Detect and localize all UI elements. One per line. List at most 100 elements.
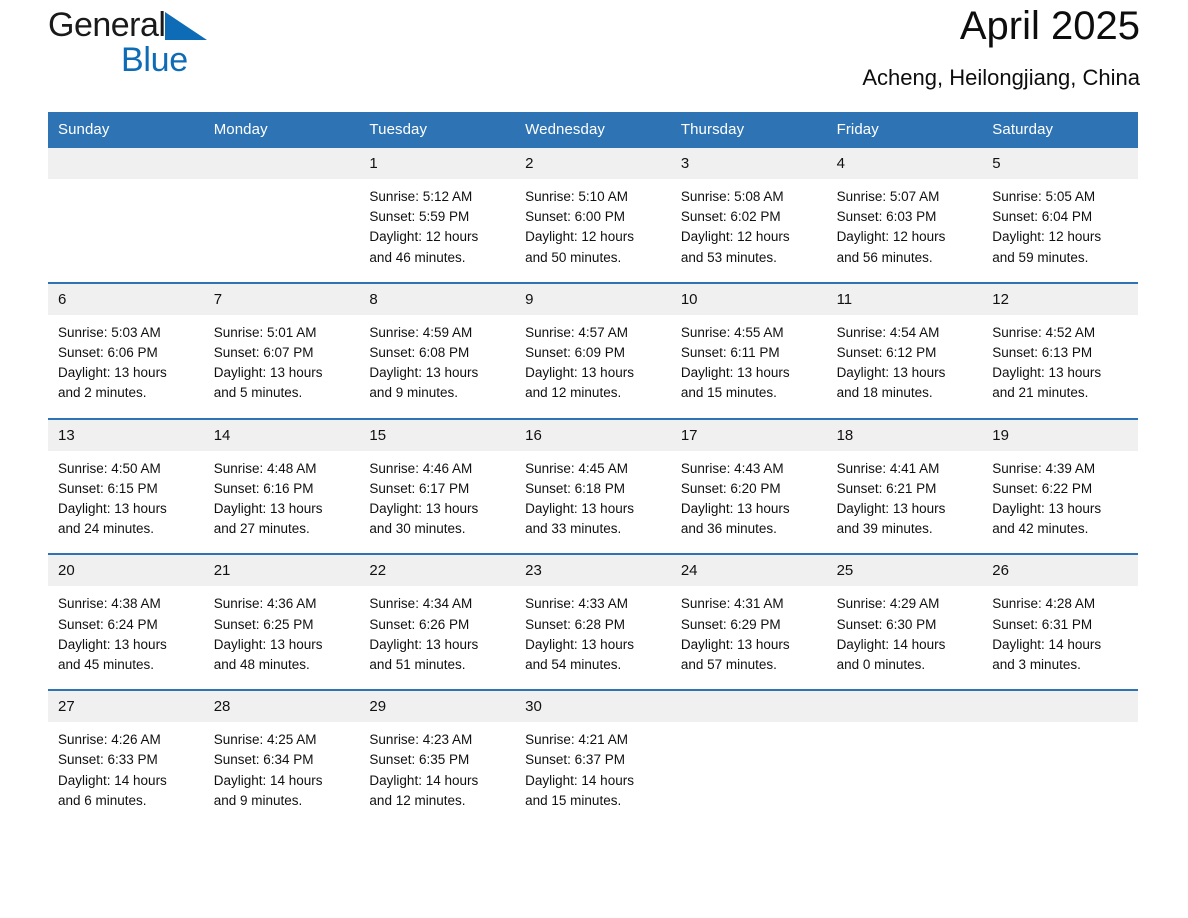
day-number[interactable]: 28 [204,691,360,722]
day-cell[interactable]: Sunrise: 4:23 AM Sunset: 6:35 PM Daylight:… [359,722,515,825]
day-detail-line: Sunrise: 4:43 AM [680,460,784,476]
day-detail-line: Sunset: 6:04 PM [992,209,1093,225]
day-cell[interactable]: Sunrise: 5:07 AM Sunset: 6:03 PM Daylight:… [827,179,983,282]
day-number[interactable]: 27 [48,691,204,722]
day-number[interactable]: 9 [515,284,671,315]
day-number[interactable]: 26 [982,555,1138,586]
day-cell[interactable]: Sunrise: 4:45 AM Sunset: 6:18 PM Daylight:… [515,451,671,554]
day-cell[interactable]: Sunrise: 4:57 AM Sunset: 6:09 PM Daylight:… [515,315,671,418]
day-cell[interactable]: Sunrise: 5:08 AM Sunset: 6:02 PM Daylight:… [671,179,827,282]
logo-text-general: General [48,6,166,44]
day-cell[interactable]: Sunrise: 4:21 AM Sunset: 6:37 PM Daylight:… [515,722,671,825]
day-number[interactable]: 22 [359,555,515,586]
day-cell[interactable]: Sunrise: 4:43 AM Sunset: 6:20 PM Daylight:… [671,451,827,554]
day-detail-line: and 5 minutes. [213,385,303,401]
day-number[interactable]: 18 [827,420,983,451]
day-detail-line: Sunset: 6:08 PM [369,345,470,361]
day-number[interactable]: 21 [204,555,360,586]
day-number[interactable]: 5 [982,148,1138,179]
generalblue-logo[interactable]: General Blue [48,8,308,94]
week-detail-band: Sunrise: 5:03 AM Sunset: 6:06 PM Daylight:… [48,314,1138,418]
day-detail-line: Sunset: 6:03 PM [836,209,937,225]
day-number[interactable]: 11 [827,284,983,315]
day-number[interactable]: 6 [48,284,204,315]
day-cell[interactable]: Sunrise: 5:03 AM Sunset: 6:06 PM Daylight:… [48,315,204,418]
day-detail-line: Daylight: 13 hours [369,501,479,517]
day-cell[interactable]: Sunrise: 4:59 AM Sunset: 6:08 PM Daylight:… [359,315,515,418]
day-detail-line: and 3 minutes. [992,657,1081,673]
day-number[interactable]: 3 [671,148,827,179]
day-cell[interactable]: Sunrise: 4:25 AM Sunset: 6:34 PM Daylight:… [204,722,360,825]
day-number[interactable]: 20 [48,555,204,586]
day-detail-line: Sunset: 6:30 PM [836,616,937,632]
day-detail-line: Sunrise: 4:31 AM [680,596,784,612]
day-detail-line: Daylight: 13 hours [992,365,1102,381]
day-cell[interactable]: Sunrise: 4:46 AM Sunset: 6:17 PM Daylight:… [359,451,515,554]
day-number[interactable]: 25 [827,555,983,586]
day-detail-line: Sunrise: 4:34 AM [369,596,473,612]
day-detail-line: Sunrise: 4:57 AM [525,324,628,340]
day-cell[interactable]: Sunrise: 5:10 AM Sunset: 6:00 PM Daylight:… [515,179,671,282]
day-number[interactable]: 29 [359,691,515,722]
day-cell[interactable]: Sunrise: 4:55 AM Sunset: 6:11 PM Daylight:… [671,315,827,418]
day-number[interactable]: 12 [982,284,1138,315]
day-number[interactable]: 17 [671,420,827,451]
day-cell[interactable]: Sunrise: 5:12 AM Sunset: 5:59 PM Daylight:… [359,179,515,282]
day-number[interactable]: 19 [982,420,1138,451]
day-detail-line: Sunrise: 4:28 AM [992,596,1096,612]
day-number[interactable]: 24 [671,555,827,586]
day-cell[interactable]: Sunrise: 4:26 AM Sunset: 6:33 PM Daylight:… [48,722,204,825]
day-number[interactable]: 14 [204,420,360,451]
day-cell[interactable]: Sunrise: 4:41 AM Sunset: 6:21 PM Daylight:… [827,451,983,554]
day-cell[interactable]: Sunrise: 4:39 AM Sunset: 6:22 PM Daylight:… [982,451,1138,554]
day-cell[interactable]: Sunrise: 5:05 AM Sunset: 6:04 PM Daylight:… [982,179,1138,282]
day-detail-line: Daylight: 12 hours [992,229,1102,245]
day-cell-empty [982,722,1138,825]
day-number-empty [671,691,827,722]
weekday-header-monday: Monday [213,121,268,138]
day-number[interactable]: 1 [359,148,515,179]
day-number[interactable]: 8 [359,284,515,315]
day-cell[interactable]: Sunrise: 4:33 AM Sunset: 6:28 PM Daylight:… [515,586,671,689]
week-detail-band: Sunrise: 4:38 AM Sunset: 6:24 PM Daylight:… [48,586,1138,690]
day-number[interactable]: 2 [515,148,671,179]
day-detail-line: Sunrise: 4:33 AM [525,596,628,612]
day-detail-line: Sunset: 6:07 PM [213,345,314,361]
day-number[interactable]: 13 [48,420,204,451]
day-detail-line: and 39 minutes. [836,521,933,537]
day-cell[interactable]: Sunrise: 4:38 AM Sunset: 6:24 PM Daylight:… [48,586,204,689]
day-detail-line: Daylight: 12 hours [525,229,634,245]
day-cell[interactable]: Sunrise: 4:36 AM Sunset: 6:25 PM Daylight:… [204,586,360,689]
day-detail-line: Sunset: 6:24 PM [58,616,158,632]
day-number[interactable]: 7 [204,284,360,315]
day-cell[interactable]: Sunrise: 4:54 AM Sunset: 6:12 PM Daylight:… [827,315,983,418]
day-cell[interactable]: Sunrise: 4:31 AM Sunset: 6:29 PM Daylight:… [671,586,827,689]
day-detail-line: Daylight: 14 hours [369,772,479,788]
day-number[interactable]: 4 [827,148,983,179]
day-detail-line: and 18 minutes. [836,385,933,401]
day-detail-line: Daylight: 13 hours [836,365,946,381]
day-detail-line: Sunset: 6:26 PM [369,616,470,632]
day-detail-line: Sunrise: 4:39 AM [992,460,1096,476]
day-number[interactable]: 23 [515,555,671,586]
day-number[interactable]: 16 [515,420,671,451]
day-cell[interactable]: Sunrise: 4:50 AM Sunset: 6:15 PM Daylight:… [48,451,204,554]
day-number[interactable]: 10 [671,284,827,315]
day-cell[interactable]: Sunrise: 4:52 AM Sunset: 6:13 PM Daylight:… [982,315,1138,418]
day-detail-line: Sunrise: 4:25 AM [213,732,317,748]
day-number[interactable]: 15 [359,420,515,451]
day-detail-line: and 57 minutes. [680,657,777,673]
day-cell[interactable]: Sunrise: 4:28 AM Sunset: 6:31 PM Daylight:… [982,586,1138,689]
day-cell[interactable]: Sunrise: 4:29 AM Sunset: 6:30 PM Daylight:… [827,586,983,689]
day-cell[interactable]: Sunrise: 4:34 AM Sunset: 6:26 PM Daylight:… [359,586,515,689]
day-detail-line: Daylight: 12 hours [369,229,479,245]
day-detail-line: Sunrise: 4:52 AM [992,324,1096,340]
day-detail-line: Sunset: 6:15 PM [58,480,158,496]
day-cell[interactable]: Sunrise: 4:48 AM Sunset: 6:16 PM Daylight:… [204,451,360,554]
day-number[interactable]: 30 [515,691,671,722]
day-detail-line: Sunrise: 4:59 AM [369,324,473,340]
day-detail-line: and 36 minutes. [680,521,777,537]
weekday-header-sunday: Sunday [58,121,110,138]
day-number-empty [982,691,1138,722]
day-cell[interactable]: Sunrise: 5:01 AM Sunset: 6:07 PM Daylight:… [204,315,360,418]
